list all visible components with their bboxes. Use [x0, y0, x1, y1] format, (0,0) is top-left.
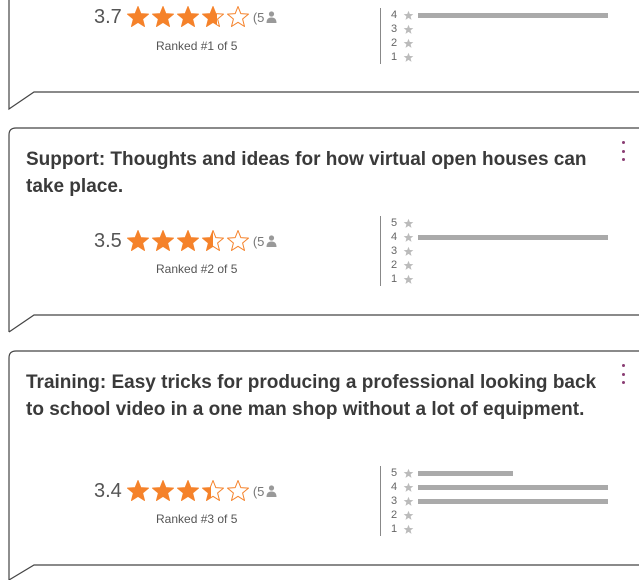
distribution-row-1: 1	[391, 50, 620, 64]
person-icon	[266, 11, 277, 23]
small-star-icon	[403, 10, 414, 20]
distribution-row-2: 2	[391, 36, 620, 50]
small-star-icon	[403, 218, 414, 228]
person-icon	[266, 235, 277, 247]
distribution-row-4: 4	[391, 480, 620, 494]
distribution-row-4: 4	[391, 8, 620, 22]
rating-distribution: 4 3 2 1	[380, 8, 620, 64]
small-star-icon	[403, 246, 414, 256]
distribution-label: 2	[391, 37, 398, 49]
distribution-label: 1	[391, 273, 398, 285]
star-icon[interactable]	[176, 479, 200, 503]
distribution-row-1: 1	[391, 522, 620, 536]
star-icon[interactable]	[151, 479, 175, 503]
distribution-label: 1	[391, 51, 398, 63]
distribution-bar	[418, 484, 608, 490]
average-rating: 3.4	[94, 479, 122, 502]
star-icon[interactable]	[201, 479, 225, 503]
star-rating[interactable]	[126, 5, 251, 29]
star-rating[interactable]	[126, 479, 251, 503]
small-star-icon	[403, 38, 414, 48]
rank-label: Ranked #1 of 5	[156, 39, 238, 53]
small-star-icon	[403, 482, 414, 492]
distribution-row-5: 5	[391, 216, 620, 230]
vote-count: (5	[253, 234, 278, 249]
distribution-row-3: 3	[391, 494, 620, 508]
vote-count: (5	[253, 484, 278, 499]
vote-count: (5	[253, 10, 278, 25]
small-star-icon	[403, 510, 414, 520]
distribution-label: 4	[391, 9, 398, 21]
distribution-row-2: 2	[391, 258, 620, 272]
star-icon[interactable]	[151, 229, 175, 253]
small-star-icon	[403, 24, 414, 34]
rating-summary: 3.5 (5	[94, 228, 334, 254]
rating-summary: 3.4 (5	[94, 478, 334, 504]
card-title[interactable]: Training: Easy tricks for producing a pr…	[26, 369, 606, 423]
distribution-label: 3	[391, 495, 398, 507]
distribution-label: 4	[391, 231, 398, 243]
distribution-row-3: 3	[391, 22, 620, 36]
star-icon[interactable]	[226, 479, 250, 503]
idea-card-2[interactable]: Support: Thoughts and ideas for how virt…	[8, 127, 639, 337]
star-icon[interactable]	[126, 479, 150, 503]
star-icon[interactable]	[126, 5, 150, 29]
average-rating: 3.5	[94, 229, 122, 252]
star-icon[interactable]	[176, 229, 200, 253]
distribution-bar	[418, 498, 608, 504]
distribution-label: 1	[391, 523, 398, 535]
distribution-label: 2	[391, 509, 398, 521]
star-rating[interactable]	[126, 229, 251, 253]
small-star-icon	[403, 232, 414, 242]
small-star-icon	[403, 524, 414, 534]
distribution-label: 3	[391, 245, 398, 257]
star-icon[interactable]	[201, 5, 225, 29]
distribution-row-1: 1	[391, 272, 620, 286]
small-star-icon	[403, 274, 414, 284]
distribution-label: 3	[391, 23, 398, 35]
rating-distribution: 5 4 3 2 1	[380, 216, 620, 286]
idea-card-1[interactable]: 3.7 (5 Ranked #1 of 5 4 3 2 1	[8, 0, 639, 111]
distribution-bar	[418, 12, 608, 18]
distribution-row-5: 5	[391, 466, 620, 480]
small-star-icon	[403, 468, 414, 478]
star-icon[interactable]	[126, 229, 150, 253]
distribution-bar	[418, 470, 513, 476]
star-icon[interactable]	[201, 229, 225, 253]
small-star-icon	[403, 52, 414, 62]
average-rating: 3.7	[94, 5, 122, 28]
rating-summary: 3.7 (5	[94, 4, 334, 30]
star-icon[interactable]	[176, 5, 200, 29]
distribution-label: 4	[391, 481, 398, 493]
distribution-row-4: 4	[391, 230, 620, 244]
small-star-icon	[403, 260, 414, 270]
more-options-icon[interactable]	[619, 141, 627, 161]
rank-label: Ranked #2 of 5	[156, 262, 238, 276]
distribution-row-2: 2	[391, 508, 620, 522]
distribution-label: 5	[391, 217, 398, 229]
star-icon[interactable]	[226, 5, 250, 29]
distribution-label: 5	[391, 467, 398, 479]
rank-label: Ranked #3 of 5	[156, 512, 238, 526]
card-title[interactable]: Support: Thoughts and ideas for how virt…	[26, 146, 606, 200]
distribution-label: 2	[391, 259, 398, 271]
distribution-row-3: 3	[391, 244, 620, 258]
small-star-icon	[403, 496, 414, 506]
more-options-icon[interactable]	[619, 364, 627, 384]
idea-card-3[interactable]: Training: Easy tricks for producing a pr…	[8, 350, 639, 580]
star-icon[interactable]	[151, 5, 175, 29]
person-icon	[266, 485, 277, 497]
star-icon[interactable]	[226, 229, 250, 253]
distribution-bar	[418, 234, 608, 240]
rating-distribution: 5 4 3 2 1	[380, 466, 620, 536]
